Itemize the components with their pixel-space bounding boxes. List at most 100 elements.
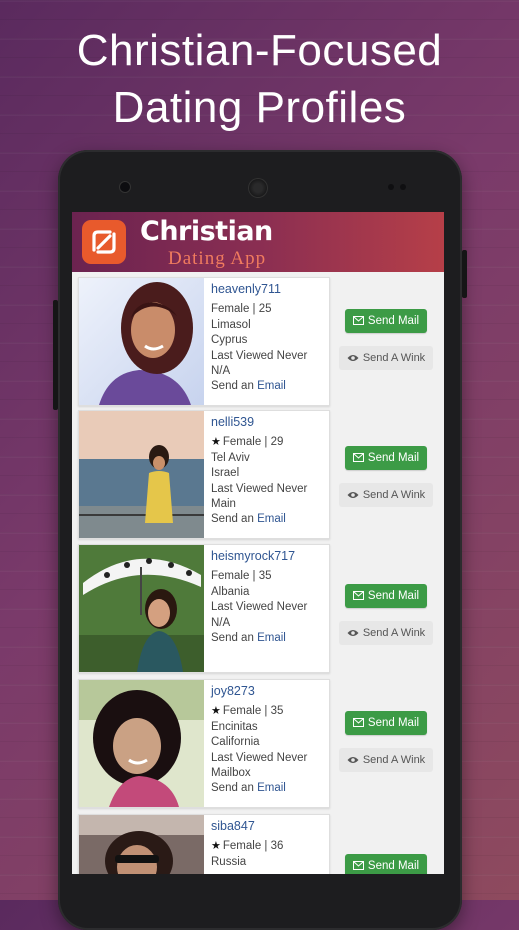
send-wink-button[interactable]: Send A Wink bbox=[339, 346, 433, 370]
profile-last-viewed: Last Viewed Never bbox=[211, 751, 308, 764]
profile-last-viewed: Last Viewed Never bbox=[211, 349, 308, 362]
send-email-line: Send an Email bbox=[211, 631, 327, 646]
profile-photo[interactable] bbox=[79, 278, 204, 405]
envelope-icon bbox=[352, 591, 364, 600]
profile-gender-age: Female | 29 bbox=[222, 436, 284, 449]
volume-button bbox=[53, 300, 58, 410]
envelope-icon bbox=[352, 718, 364, 727]
send-wink-button[interactable]: Send A Wink bbox=[339, 621, 433, 645]
earpiece-speaker bbox=[248, 178, 268, 198]
star-icon: ★ bbox=[211, 436, 221, 449]
profile-info: joy8273 ★ Female | 35 Encinitas Californi… bbox=[211, 684, 327, 797]
eye-icon bbox=[347, 492, 359, 498]
headline-line-2: Dating Profiles bbox=[112, 83, 407, 132]
send-wink-button[interactable]: Send A Wink bbox=[339, 748, 433, 772]
send-email-line: Send an Email bbox=[211, 781, 327, 796]
profile-country: Russia bbox=[211, 855, 247, 868]
profile-card[interactable]: nelli539 ★ Female | 29 Tel Aviv Israel La… bbox=[78, 410, 330, 539]
send-mail-button[interactable]: Send Mail bbox=[345, 711, 427, 735]
app-header: Christian Dating App bbox=[72, 212, 444, 272]
send-wink-label: Send A Wink bbox=[362, 352, 426, 364]
proximity-sensor bbox=[388, 184, 394, 190]
profile-extra: Main bbox=[211, 498, 236, 511]
app-logo-icon bbox=[82, 220, 126, 264]
eye-icon bbox=[347, 757, 359, 763]
profile-country: Cyprus bbox=[211, 334, 248, 347]
profile-info: heavenly711 Female | 25 Limasol Cyprus L… bbox=[211, 282, 327, 395]
app-screen: Christian Dating App heavenly711 Female … bbox=[72, 212, 444, 874]
profile-city: Limasol bbox=[211, 318, 251, 331]
power-button bbox=[462, 250, 467, 298]
profile-photo[interactable] bbox=[79, 411, 204, 538]
profile-username[interactable]: heismyrock717 bbox=[211, 549, 327, 564]
send-mail-label: Send Mail bbox=[367, 590, 420, 602]
send-mail-label: Send Mail bbox=[367, 452, 420, 464]
profile-card[interactable]: siba847 ★ Female | 36 Russia bbox=[78, 814, 330, 874]
profile-gender-age: Female | 36 bbox=[222, 840, 284, 853]
send-email-line: Send an Email bbox=[211, 379, 327, 394]
profile-card[interactable]: heismyrock717 Female | 35 Albania Last V… bbox=[78, 544, 330, 673]
profile-card[interactable]: heavenly711 Female | 25 Limasol Cyprus L… bbox=[78, 277, 330, 406]
profile-photo[interactable] bbox=[79, 680, 204, 807]
profile-username[interactable]: nelli539 bbox=[211, 415, 327, 430]
send-an-text: Send an bbox=[211, 632, 254, 645]
send-wink-button[interactable]: Send A Wink bbox=[339, 483, 433, 507]
profile-extra: N/A bbox=[211, 365, 231, 378]
profile-gender-age-line: ★ Female | 36 bbox=[211, 839, 327, 854]
send-wink-label: Send A Wink bbox=[362, 627, 426, 639]
profile-photo[interactable] bbox=[79, 545, 204, 672]
email-link[interactable]: Email bbox=[257, 632, 286, 644]
profile-card[interactable]: joy8273 ★ Female | 35 Encinitas Californi… bbox=[78, 679, 330, 808]
send-mail-button[interactable]: Send Mail bbox=[345, 854, 427, 874]
envelope-icon bbox=[352, 453, 364, 462]
phone-frame: Christian Dating App heavenly711 Female … bbox=[53, 150, 467, 930]
brand-title: Christian bbox=[140, 216, 273, 247]
profile-country: Israel bbox=[211, 467, 240, 480]
profile-country: Albania bbox=[211, 585, 250, 598]
profile-gender-age: Female | 25 bbox=[211, 303, 272, 316]
front-camera bbox=[120, 182, 130, 192]
send-an-text: Send an bbox=[211, 513, 254, 526]
profile-gender-age-line: ★ Female | 29 bbox=[211, 435, 327, 450]
send-mail-button[interactable]: Send Mail bbox=[345, 584, 427, 608]
profile-username[interactable]: joy8273 bbox=[211, 684, 327, 699]
profile-last-viewed: Last Viewed Never bbox=[211, 601, 308, 614]
profile-info: heismyrock717 Female | 35 Albania Last V… bbox=[211, 549, 327, 646]
profile-state: California bbox=[211, 736, 260, 749]
profile-list[interactable]: heavenly711 Female | 25 Limasol Cyprus L… bbox=[72, 272, 444, 874]
send-mail-button[interactable]: Send Mail bbox=[345, 309, 427, 333]
send-an-text: Send an bbox=[211, 380, 254, 393]
profile-extra: Mailbox bbox=[211, 767, 251, 780]
brand-subtitle: Dating App bbox=[168, 248, 267, 269]
profile-last-viewed: Last Viewed Never bbox=[211, 482, 308, 495]
send-wink-label: Send A Wink bbox=[362, 754, 426, 766]
profile-city: Encinitas bbox=[211, 720, 258, 733]
profile-photo[interactable] bbox=[79, 815, 204, 874]
profile-info: siba847 ★ Female | 36 Russia bbox=[211, 819, 327, 870]
envelope-icon bbox=[352, 316, 364, 325]
headline-line-1: Christian-Focused bbox=[76, 26, 443, 75]
profile-extra: N/A bbox=[211, 616, 231, 629]
send-mail-button[interactable]: Send Mail bbox=[345, 446, 427, 470]
email-link[interactable]: Email bbox=[257, 782, 286, 794]
send-an-text: Send an bbox=[211, 782, 254, 795]
star-icon: ★ bbox=[211, 840, 221, 853]
send-mail-label: Send Mail bbox=[367, 860, 420, 872]
profile-city: Tel Aviv bbox=[211, 451, 250, 464]
send-mail-label: Send Mail bbox=[367, 717, 420, 729]
eye-icon bbox=[347, 630, 359, 636]
send-mail-label: Send Mail bbox=[367, 315, 420, 327]
profile-gender-age-line: ★ Female | 35 bbox=[211, 704, 327, 719]
profile-info: nelli539 ★ Female | 29 Tel Aviv Israel La… bbox=[211, 415, 327, 528]
profile-username[interactable]: siba847 bbox=[211, 819, 327, 834]
send-email-line: Send an Email bbox=[211, 512, 327, 527]
promo-headline: Christian-Focused Dating Profiles bbox=[0, 22, 519, 136]
email-link[interactable]: Email bbox=[257, 513, 286, 525]
profile-username[interactable]: heavenly711 bbox=[211, 282, 327, 297]
send-wink-label: Send A Wink bbox=[362, 489, 426, 501]
envelope-icon bbox=[352, 861, 364, 870]
profile-gender-age: Female | 35 bbox=[222, 705, 284, 718]
profile-gender-age: Female | 35 bbox=[211, 570, 272, 583]
eye-icon bbox=[347, 355, 359, 361]
email-link[interactable]: Email bbox=[257, 380, 286, 392]
